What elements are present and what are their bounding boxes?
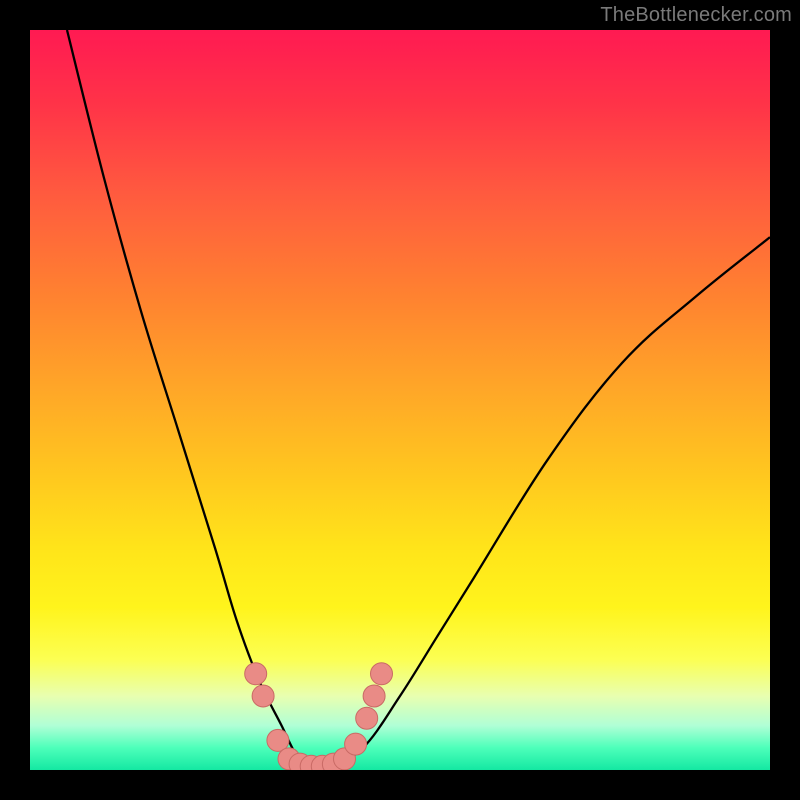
marker-point	[252, 685, 274, 707]
chart-svg	[30, 30, 770, 770]
marker-point	[356, 707, 378, 729]
chart-area	[30, 30, 770, 770]
marker-group	[245, 663, 393, 770]
marker-point	[345, 733, 367, 755]
bottleneck-curve	[67, 30, 770, 770]
marker-point	[363, 685, 385, 707]
attribution-text: TheBottlenecker.com	[600, 4, 792, 27]
marker-point	[371, 663, 393, 685]
marker-point	[245, 663, 267, 685]
